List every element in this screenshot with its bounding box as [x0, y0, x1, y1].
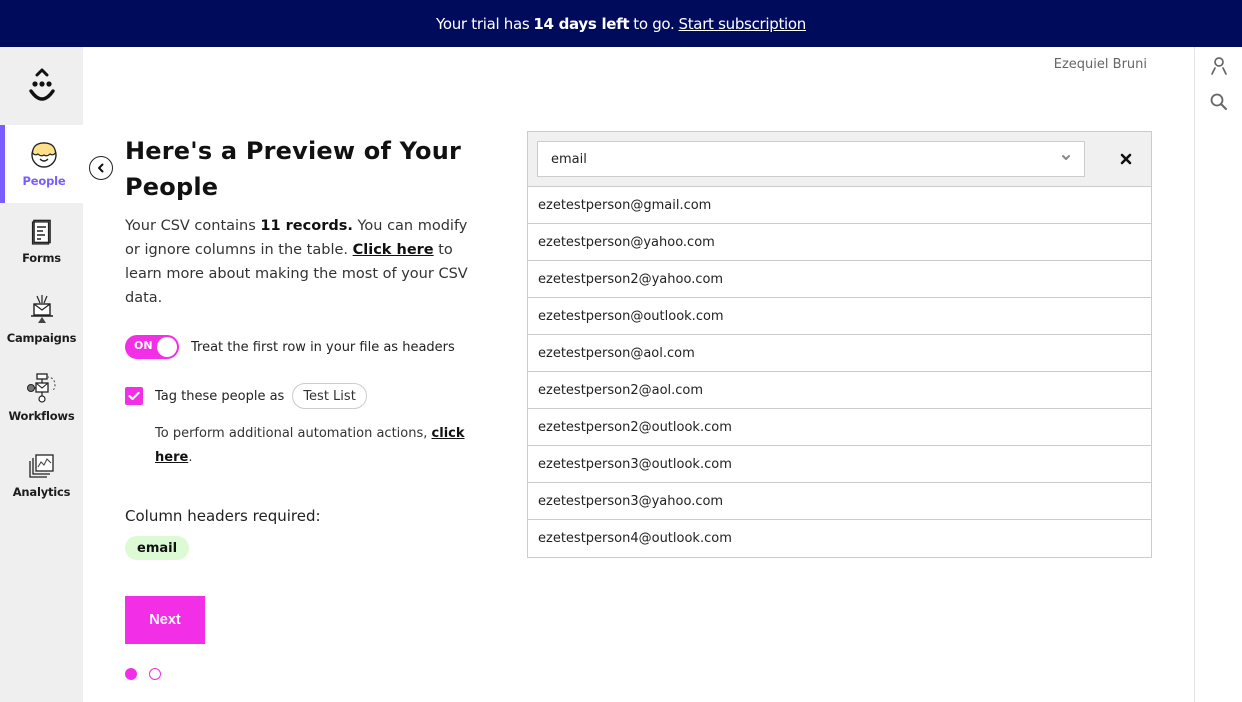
page-title: Here's a Preview of Your People [125, 137, 462, 201]
headers-toggle-row: ON Treat the first row in your file as h… [125, 335, 455, 359]
table-row: ezetestperson@outlook.com [528, 298, 1151, 335]
records-count: 11 records. [260, 218, 353, 234]
table-body: ezetestperson@gmail.com ezetestperson@ya… [528, 187, 1151, 557]
table-row: ezetestperson3@yahoo.com [528, 483, 1151, 520]
sidebar-item-label: Workflows [8, 409, 75, 423]
automation-text: To perform additional automation actions… [155, 426, 428, 441]
sidebar-item-label: Campaigns [6, 331, 77, 345]
sidebar-item-label: Forms [22, 251, 61, 265]
tag-value-pill[interactable]: Test List [292, 383, 367, 409]
table-row: ezetestperson2@aol.com [528, 372, 1151, 409]
sidebar-item-forms[interactable]: Forms [0, 203, 83, 281]
user-name[interactable]: Ezequiel Bruni [1000, 57, 1147, 72]
column-select-value: email [551, 151, 587, 167]
sidebar-item-workflows[interactable]: Workflows [0, 359, 83, 437]
sidebar-item-label: Analytics [12, 485, 71, 499]
step-indicator [125, 668, 161, 680]
table-row: ezetestperson@yahoo.com [528, 224, 1151, 261]
banner-suffix: to go. [633, 14, 675, 33]
table-row: ezetestperson@aol.com [528, 335, 1151, 372]
chevron-down-icon [1062, 155, 1070, 160]
learn-more-link[interactable]: Click here [353, 242, 434, 258]
back-button[interactable] [89, 156, 113, 180]
automation-note: To perform additional automation actions… [155, 422, 465, 470]
user-icon[interactable] [1209, 56, 1229, 76]
workflow-icon [26, 373, 56, 403]
start-subscription-link[interactable]: Start subscription [679, 15, 807, 33]
sidebar-item-campaigns[interactable]: Campaigns [0, 281, 83, 359]
toggle-state-label: ON [134, 339, 153, 352]
table-row: ezetestperson@gmail.com [528, 187, 1151, 224]
right-rail [1194, 47, 1242, 702]
sidebar-item-analytics[interactable]: Analytics [0, 437, 83, 515]
step-dot-2[interactable] [149, 668, 161, 680]
remove-column-button[interactable] [1118, 151, 1134, 167]
toggle-knob [157, 337, 177, 357]
trial-banner: Your trial has 14 days left to go. Start… [0, 0, 1242, 47]
step-dot-1[interactable] [125, 668, 137, 680]
table-row: ezetestperson3@outlook.com [528, 446, 1151, 483]
table-row: ezetestperson4@outlook.com [538, 531, 732, 546]
logo[interactable] [0, 47, 83, 125]
automation-end: . [188, 450, 193, 465]
sidebar-item-people[interactable]: People [0, 125, 83, 203]
first-row-headers-toggle[interactable]: ON [125, 335, 179, 359]
description-part1: Your CSV contains [125, 218, 256, 234]
chevron-left-icon [98, 163, 104, 173]
column-mapping-select[interactable]: email [537, 141, 1085, 177]
required-headers-label: Column headers required: [125, 507, 321, 525]
banner-days-left: 14 days left [533, 14, 630, 33]
next-button[interactable]: Next [125, 596, 205, 644]
banner-prefix: Your trial has [435, 14, 530, 33]
form-document-icon [31, 219, 51, 245]
smiley-drop-logo-icon [28, 68, 55, 101]
sidebar: People Forms Campaigns Workflows Analyti… [0, 47, 83, 702]
tag-label: Tag these people as [155, 388, 285, 404]
sidebar-item-label: People [22, 174, 66, 188]
campaign-envelope-icon [30, 295, 53, 323]
people-avatar-icon [31, 142, 57, 168]
table-header: email [528, 132, 1151, 187]
search-icon[interactable] [1209, 92, 1229, 112]
analytics-chart-icon [28, 454, 54, 478]
checkmark-icon [128, 391, 140, 401]
close-icon [1120, 153, 1132, 165]
csv-description: Your CSV contains 11 records. You can mo… [125, 214, 470, 310]
required-header-chip: email [125, 536, 190, 560]
tag-people-checkbox[interactable] [125, 387, 143, 405]
table-row: ezetestperson2@yahoo.com [528, 261, 1151, 298]
toggle-label: Treat the first row in your file as head… [191, 339, 455, 355]
csv-preview-table: email ezetestperson@gmail.com ezetestper… [527, 131, 1152, 558]
table-row: ezetestperson2@outlook.com [528, 409, 1151, 446]
tag-people-row: Tag these people as Test List [125, 383, 367, 409]
